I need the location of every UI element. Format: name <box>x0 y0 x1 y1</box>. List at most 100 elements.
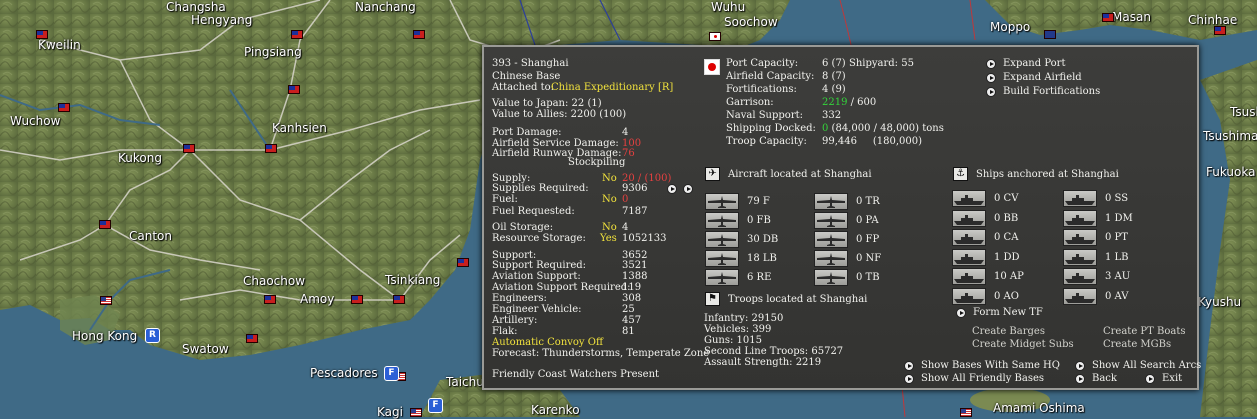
base-flag-icon[interactable] <box>351 295 363 304</box>
city-label-taichu[interactable]: Taichu <box>446 375 484 389</box>
aircraft-silhouette-icon[interactable] <box>814 231 848 248</box>
exit-button-icon[interactable] <box>1145 374 1155 384</box>
aircraft-silhouette-icon[interactable] <box>705 250 739 267</box>
city-label-changsha[interactable]: Changsha <box>166 0 226 14</box>
create-barges-button[interactable]: Create Barges <box>972 326 1045 338</box>
fuel-stockpile-toggle[interactable]: No <box>602 194 617 206</box>
city-label-hong-kong[interactable]: Hong Kong <box>72 329 137 343</box>
aircraft-silhouette-icon[interactable] <box>814 193 848 210</box>
base-flag-icon[interactable] <box>1044 30 1056 39</box>
show-search-arcs-button-icon[interactable] <box>1075 361 1085 371</box>
aircraft-silhouette-icon[interactable] <box>705 231 739 248</box>
city-label-wuhu[interactable]: Wuhu <box>711 0 745 14</box>
supply-send-button[interactable] <box>667 184 677 194</box>
back-button-icon[interactable] <box>1075 374 1085 384</box>
base-flag-icon[interactable] <box>99 220 111 229</box>
base-flag-icon[interactable] <box>58 103 70 112</box>
aircraft-silhouette-icon[interactable] <box>814 212 848 229</box>
ship-silhouette-icon[interactable] <box>1063 287 1097 305</box>
city-label-tsushima[interactable]: Tsushima <box>1203 129 1257 143</box>
city-label-soochow[interactable]: Soochow <box>724 15 778 29</box>
create-pt-boats-button[interactable]: Create PT Boats <box>1103 326 1186 338</box>
base-flag-icon[interactable] <box>1102 13 1114 22</box>
show-all-search-arcs-button[interactable]: Show All Search Arcs <box>1092 360 1201 372</box>
base-flag-icon[interactable] <box>36 30 48 39</box>
city-label-swatow[interactable]: Swatow <box>182 342 229 356</box>
show-bases-same-hq-button[interactable]: Show Bases With Same HQ <box>921 360 1060 372</box>
build-fortifications-button[interactable]: Build Fortifications <box>1003 86 1100 98</box>
city-label-chaochow[interactable]: Chaochow <box>243 274 305 288</box>
base-flag-icon[interactable] <box>100 296 112 305</box>
base-flag-icon[interactable] <box>960 408 972 417</box>
ship-silhouette-icon[interactable] <box>952 229 986 246</box>
ship-silhouette-icon[interactable] <box>952 287 986 305</box>
form-new-tf-button[interactable]: Form New TF <box>973 307 1043 319</box>
attached-hq-link[interactable]: China Expeditionary [R] <box>551 82 673 94</box>
base-flag-icon[interactable] <box>246 334 258 343</box>
supply-send-all-button[interactable] <box>683 184 693 194</box>
base-flag-icon[interactable] <box>393 295 405 304</box>
city-label-tsushi[interactable]: Tsushi <box>1230 105 1257 119</box>
aircraft-silhouette-icon[interactable] <box>814 269 848 286</box>
expand-port-button-icon[interactable] <box>986 59 996 69</box>
base-flag-icon[interactable] <box>1214 26 1226 35</box>
ship-silhouette-icon[interactable] <box>1063 268 1097 285</box>
city-label-hengyang[interactable]: Hengyang <box>191 13 252 27</box>
aircraft-icon[interactable]: ✈ <box>705 167 720 181</box>
aircraft-silhouette-icon[interactable] <box>705 193 739 210</box>
city-label-masan[interactable]: Masan <box>1112 10 1151 24</box>
city-label-amami-oshima[interactable]: Amami Oshima <box>993 401 1085 415</box>
map-unit-badge-f[interactable]: F <box>384 366 399 381</box>
base-flag-icon[interactable] <box>457 258 469 267</box>
city-label-moppo[interactable]: Moppo <box>990 20 1030 34</box>
ship-silhouette-icon[interactable] <box>952 190 986 207</box>
base-flag-icon[interactable] <box>413 30 425 39</box>
ship-silhouette-icon[interactable] <box>1063 209 1097 227</box>
supply-stockpile-toggle[interactable]: No <box>602 173 617 185</box>
anchor-icon[interactable]: ⚓ <box>953 167 968 181</box>
expand-port-button[interactable]: Expand Port <box>1003 58 1065 70</box>
create-mgbs-button[interactable]: Create MGBs <box>1103 339 1171 351</box>
back-button[interactable]: Back <box>1092 373 1117 385</box>
city-label-fukuoka[interactable]: Fukuoka <box>1206 165 1255 179</box>
show-all-friendly-bases-button[interactable]: Show All Friendly Bases <box>921 373 1044 385</box>
city-label-chinhae[interactable]: Chinhae <box>1188 13 1237 27</box>
build-fortifications-button-icon[interactable] <box>986 87 996 97</box>
city-label-kyushu[interactable]: Kyushu <box>1198 295 1241 309</box>
resource-storage-toggle[interactable]: Yes <box>600 233 617 245</box>
troops-flag-icon[interactable]: ⚑ <box>705 292 720 306</box>
map-unit-badge-f[interactable]: F <box>428 398 443 413</box>
show-same-hq-button-icon[interactable] <box>904 361 914 371</box>
city-label-karenko[interactable]: Karenko <box>531 403 580 417</box>
city-label-pescadores[interactable]: Pescadores <box>310 366 378 380</box>
create-midget-subs-button[interactable]: Create Midget Subs <box>972 339 1074 351</box>
city-label-canton[interactable]: Canton <box>129 229 172 243</box>
city-label-kweilin[interactable]: Kweilin <box>38 38 81 52</box>
aircraft-silhouette-icon[interactable] <box>705 269 739 286</box>
show-friendly-bases-button-icon[interactable] <box>904 374 914 384</box>
ship-silhouette-icon[interactable] <box>1063 190 1097 207</box>
ship-silhouette-icon[interactable] <box>1063 248 1097 266</box>
ship-silhouette-icon[interactable] <box>952 248 986 266</box>
map-unit-badge-r[interactable]: R <box>145 328 160 343</box>
city-label-tsinkiang[interactable]: Tsinkiang <box>385 273 440 287</box>
aircraft-silhouette-icon[interactable] <box>814 250 848 267</box>
base-flag-icon[interactable] <box>265 144 277 153</box>
city-label-nanchang[interactable]: Nanchang <box>355 0 416 14</box>
city-label-amoy[interactable]: Amoy <box>300 292 334 306</box>
city-label-pingsiang[interactable]: Pingsiang <box>244 45 302 59</box>
aircraft-silhouette-icon[interactable] <box>705 212 739 229</box>
city-label-kukong[interactable]: Kukong <box>118 151 162 165</box>
exit-button[interactable]: Exit <box>1162 373 1182 385</box>
ship-silhouette-icon[interactable] <box>952 268 986 285</box>
ship-silhouette-icon[interactable] <box>1063 229 1097 246</box>
base-flag-icon[interactable] <box>709 32 721 41</box>
expand-airfield-button[interactable]: Expand Airfield <box>1003 72 1082 84</box>
city-label-kanhsien[interactable]: Kanhsien <box>272 121 327 135</box>
base-flag-icon[interactable] <box>410 408 422 417</box>
expand-airfield-button-icon[interactable] <box>986 73 996 83</box>
base-flag-icon[interactable] <box>288 85 300 94</box>
ship-silhouette-icon[interactable] <box>952 209 986 227</box>
base-flag-icon[interactable] <box>291 30 303 39</box>
city-label-wuchow[interactable]: Wuchow <box>10 114 60 128</box>
